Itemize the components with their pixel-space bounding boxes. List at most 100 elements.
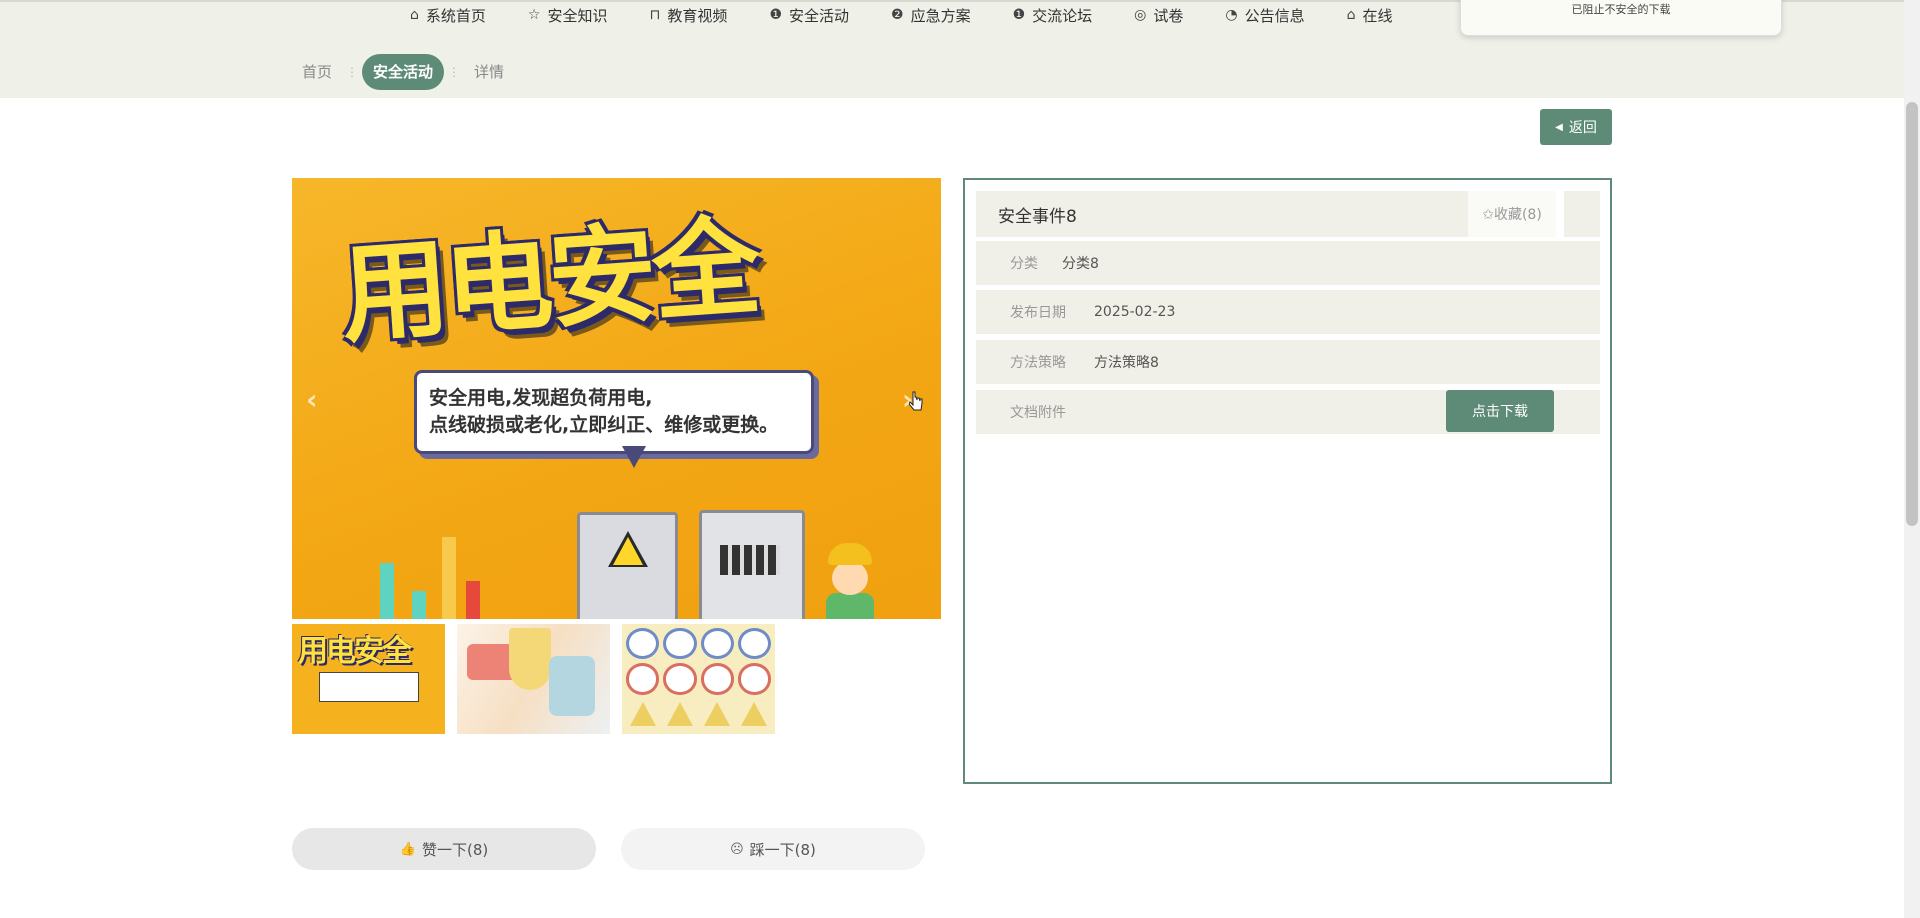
thumbnail-bubble — [319, 672, 419, 702]
method-value: 方法策略8 — [1094, 355, 1159, 371]
thumbnail-1[interactable]: 用电安全 — [292, 624, 445, 734]
mouse-cursor-icon — [909, 391, 923, 411]
safety-sign-icon — [663, 628, 697, 660]
poster-bar — [466, 581, 480, 619]
nav-item-home[interactable]: ⌂ 系统首页 — [410, 5, 486, 26]
category-label: 分类 — [1010, 256, 1038, 272]
star-icon: ☆ — [527, 7, 541, 23]
nav-label: 系统首页 — [425, 6, 486, 25]
dislike-label: 踩一下(8) — [749, 840, 816, 859]
back-label: 返回 — [1568, 120, 1597, 136]
poster-speech-bubble: 安全用电,发现超负荷用电, 点线破损或老化,立即纠正、维修或更换。 — [414, 370, 814, 454]
poster-bar — [380, 563, 394, 619]
breadcrumb-detail: 详情 — [474, 63, 505, 81]
toast-text: 已阻止不安全的下载 — [1571, 3, 1671, 16]
thumb-figure — [549, 656, 595, 716]
target-icon: ◎ — [1134, 7, 1147, 23]
safety-sign-icon — [737, 628, 771, 660]
title-row-end — [1564, 191, 1600, 237]
breadcrumb-activity[interactable]: 安全活动 — [362, 54, 445, 90]
nav-label: 公告信息 — [1244, 6, 1305, 25]
thumbnail-title: 用电安全 — [298, 634, 412, 669]
question-icon: ❷ — [891, 7, 904, 23]
poster-title: 用电安全 — [336, 204, 761, 359]
dislike-button[interactable]: ☹ 踩一下(8) — [621, 828, 925, 870]
nav-label: 交流论坛 — [1032, 6, 1093, 25]
nav-label: 应急方案 — [910, 6, 971, 25]
thumbnail-2[interactable] — [457, 624, 610, 734]
hard-hat — [828, 543, 872, 565]
home-icon: ⌂ — [410, 7, 419, 23]
warning-sign-icon — [704, 702, 731, 727]
like-label: 赞一下(8) — [421, 840, 489, 859]
favorite-button[interactable]: ✩收藏(8) — [1468, 191, 1556, 237]
date-row: 发布日期 2025-02-23 — [976, 290, 1600, 334]
download-button[interactable]: 点击下载 — [1446, 390, 1554, 432]
method-label: 方法策略 — [1010, 355, 1066, 371]
thumb-shield — [509, 628, 551, 690]
breadcrumb-home[interactable]: 首页 — [292, 54, 342, 90]
back-button[interactable]: ◀ 返回 — [1540, 109, 1612, 145]
nav-item-notice[interactable]: ◔ 公告信息 — [1225, 5, 1304, 26]
safety-sign-icon — [700, 628, 734, 660]
date-label: 发布日期 — [1010, 305, 1066, 321]
nav-label: 安全知识 — [547, 6, 608, 25]
nav-label: 教育视频 — [667, 6, 728, 25]
nav-item-exam[interactable]: ◎ 试卷 — [1134, 5, 1183, 26]
worker-shirt — [826, 593, 874, 619]
thumbnail-3[interactable] — [622, 624, 775, 734]
breadcrumb-separator: ⋮ — [346, 65, 359, 79]
caret-left-icon: ◀ — [1555, 121, 1563, 133]
prohibition-sign-icon — [663, 663, 697, 695]
nav-label: 试卷 — [1153, 6, 1184, 25]
warning-sign-icon — [741, 702, 768, 727]
nav-item-forum[interactable]: ❶ 交流论坛 — [1013, 5, 1093, 26]
nav-item-videos[interactable]: ⊓ 教育视频 — [649, 5, 727, 26]
safety-sign-icon — [626, 628, 660, 660]
poster-line-1: 安全用电,发现超负荷用电, — [429, 387, 653, 409]
nav-label: 在线 — [1362, 6, 1393, 25]
electric-box-illustration — [577, 512, 678, 619]
category-value: 分类8 — [1062, 256, 1099, 272]
event-title: 安全事件8 — [976, 191, 1468, 237]
worker-illustration — [822, 543, 880, 619]
title-row: 安全事件8 ✩收藏(8) — [976, 191, 1600, 237]
thumbs-up-icon: 👍 — [399, 841, 416, 857]
like-button[interactable]: 👍 赞一下(8) — [292, 828, 596, 870]
category-row: 分类 分类8 — [976, 241, 1600, 285]
warning-sign-icon — [666, 702, 693, 727]
switch-bank — [720, 545, 780, 575]
top-nav: ⌂ 系统首页 ☆ 安全知识 ⊓ 教育视频 ❶ 安全活动 ❷ 应急方案 ❶ 交流论坛 ◎ 试卷 … — [410, 4, 1435, 26]
nav-item-knowledge[interactable]: ☆ 安全知识 — [528, 5, 608, 26]
info-icon: ❶ — [1012, 7, 1026, 23]
nav-label: 安全活动 — [789, 6, 850, 25]
scrollbar-thumb[interactable] — [1906, 102, 1918, 526]
nav-item-emergency[interactable]: ❷ 应急方案 — [891, 5, 971, 26]
info-icon: ❶ — [769, 7, 782, 23]
attachment-row: 文档附件 点击下载 — [976, 390, 1600, 434]
date-value: 2025-02-23 — [1094, 304, 1176, 320]
breadcrumb-separator: ⋮ — [448, 65, 461, 79]
method-row: 方法策略 方法策略8 — [976, 340, 1600, 384]
carousel-prev-arrow[interactable]: ‹ — [306, 383, 318, 416]
carousel-main-image[interactable]: 用电安全 安全用电,发现超负荷用电, 点线破损或老化,立即纠正、维修或更换。 ‹… — [292, 178, 941, 619]
worker-face — [832, 561, 868, 595]
warning-sign-icon — [629, 702, 656, 727]
poster-line-2: 点线破损或老化,立即纠正、维修或更换。 — [429, 414, 779, 436]
lightning-fill — [613, 537, 643, 565]
prohibition-sign-icon — [700, 663, 734, 695]
chart-icon: ◔ — [1225, 7, 1238, 23]
home-icon: ⌂ — [1346, 7, 1356, 23]
page-scrollbar[interactable] — [1904, 0, 1920, 918]
dislike-icon: ☹ — [730, 841, 744, 857]
nav-item-online[interactable]: ⌂ 在线 — [1347, 5, 1393, 26]
detail-panel: 安全事件8 ✩收藏(8) 分类 分类8 发布日期 2025-02-23 方法策略… — [963, 178, 1612, 784]
prohibition-sign-icon — [737, 663, 771, 695]
poster-bar — [442, 537, 456, 619]
bubble-tail — [622, 446, 646, 468]
bag-icon: ⊓ — [649, 7, 661, 23]
poster-bar — [412, 591, 426, 619]
switch-box-illustration — [699, 510, 805, 619]
download-blocked-toast: 已阻止不安全的下载 — [1460, 0, 1782, 36]
nav-item-activities[interactable]: ❶ 安全活动 — [769, 5, 849, 26]
